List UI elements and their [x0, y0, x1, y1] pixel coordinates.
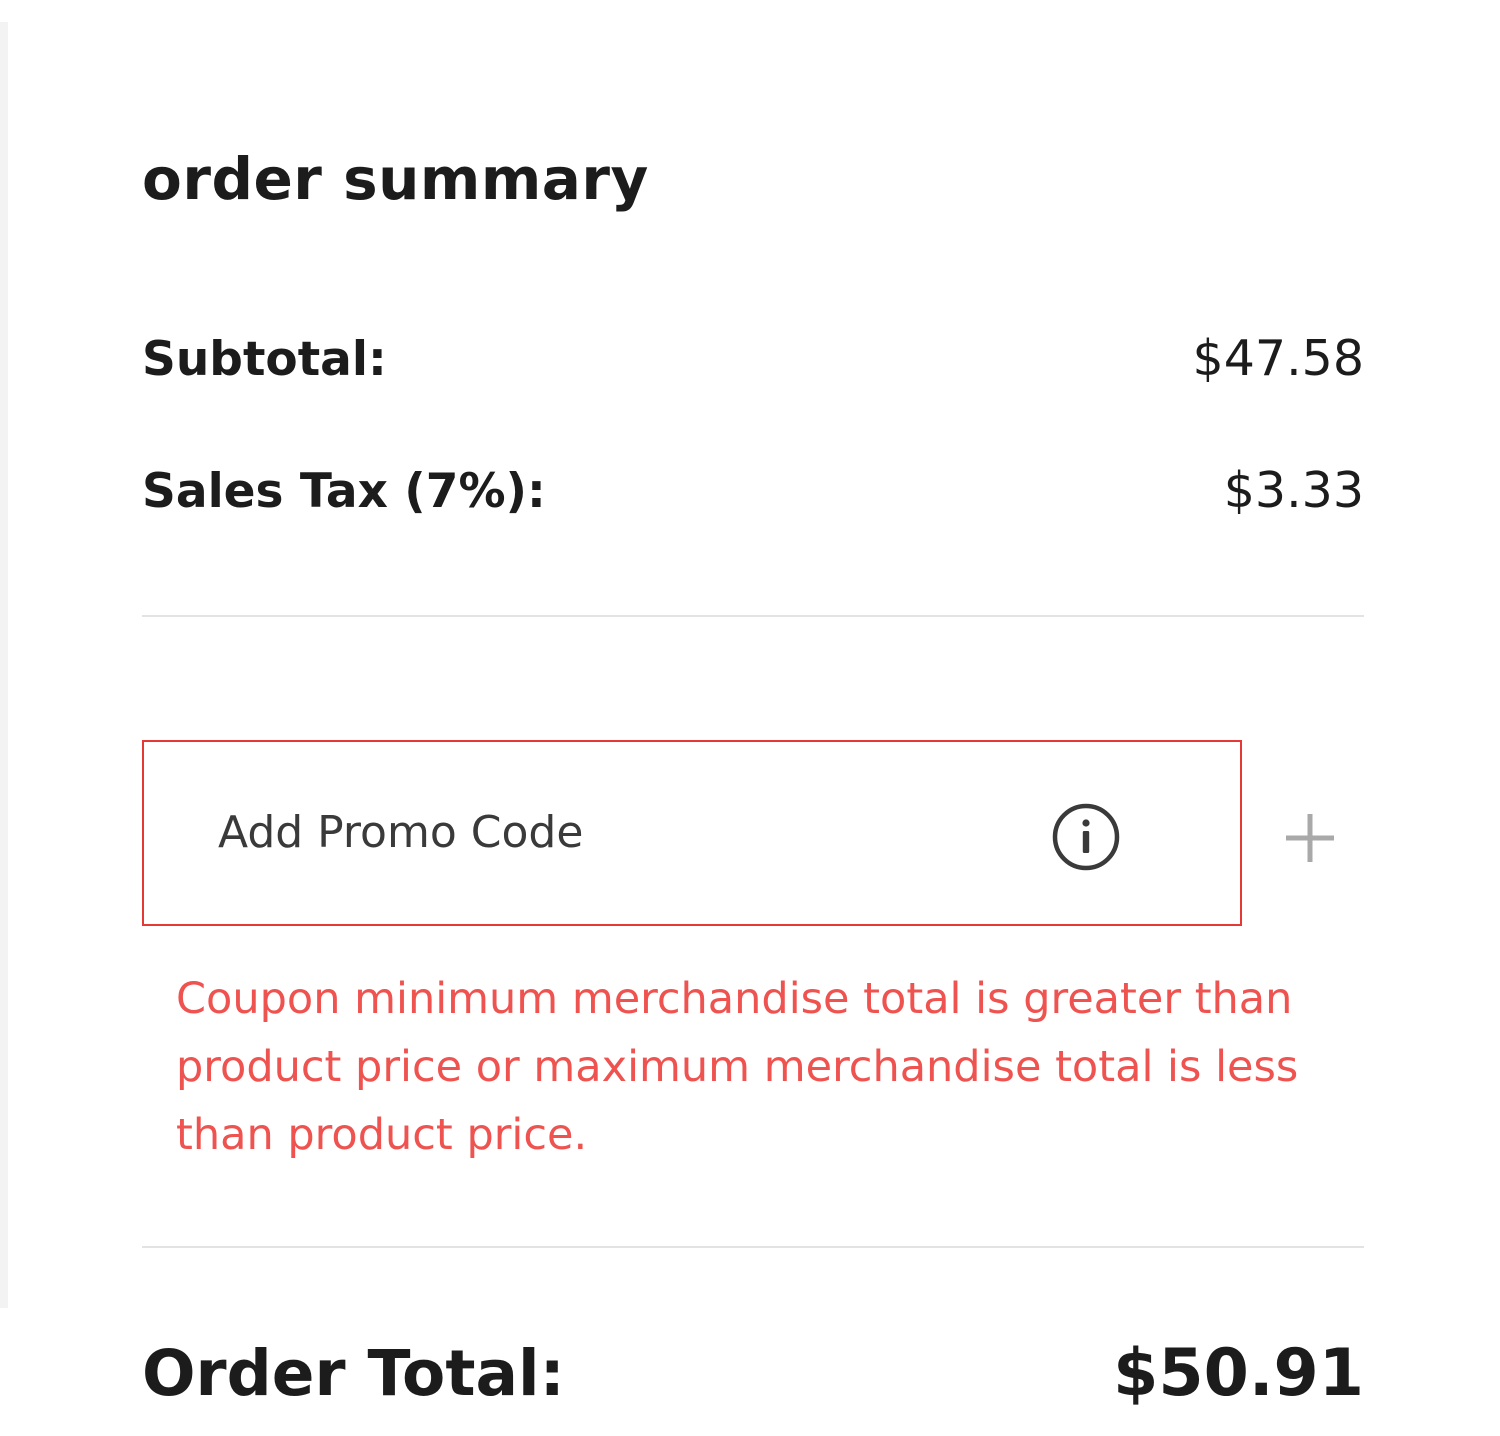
order-summary-panel: order summary Subtotal: $47.58 Sales Tax…: [0, 0, 1500, 1436]
order-total-row: Order Total: $50.91: [142, 1336, 1364, 1411]
add-promo-code-button[interactable]: [1280, 808, 1340, 868]
promo-error-message: Coupon minimum merchandise total is grea…: [176, 974, 1299, 1160]
sales-tax-row: Sales Tax (7%): $3.33: [142, 462, 1364, 519]
promo-code-field: [142, 740, 1242, 926]
divider: [142, 615, 1364, 617]
promo-code-input[interactable]: [218, 796, 1038, 868]
info-icon[interactable]: [1051, 802, 1121, 872]
subtotal-value: $47.58: [1192, 330, 1364, 387]
sales-tax-label: Sales Tax (7%):: [142, 464, 546, 519]
subtotal-label: Subtotal:: [142, 332, 387, 387]
plus-icon: [1286, 814, 1334, 862]
sales-tax-value: $3.33: [1223, 462, 1364, 519]
divider: [142, 1246, 1364, 1248]
subtotal-row: Subtotal: $47.58: [142, 330, 1364, 387]
order-summary-title: order summary: [142, 145, 649, 213]
order-total-label: Order Total:: [142, 1337, 565, 1410]
order-total-value: $50.91: [1113, 1336, 1364, 1411]
